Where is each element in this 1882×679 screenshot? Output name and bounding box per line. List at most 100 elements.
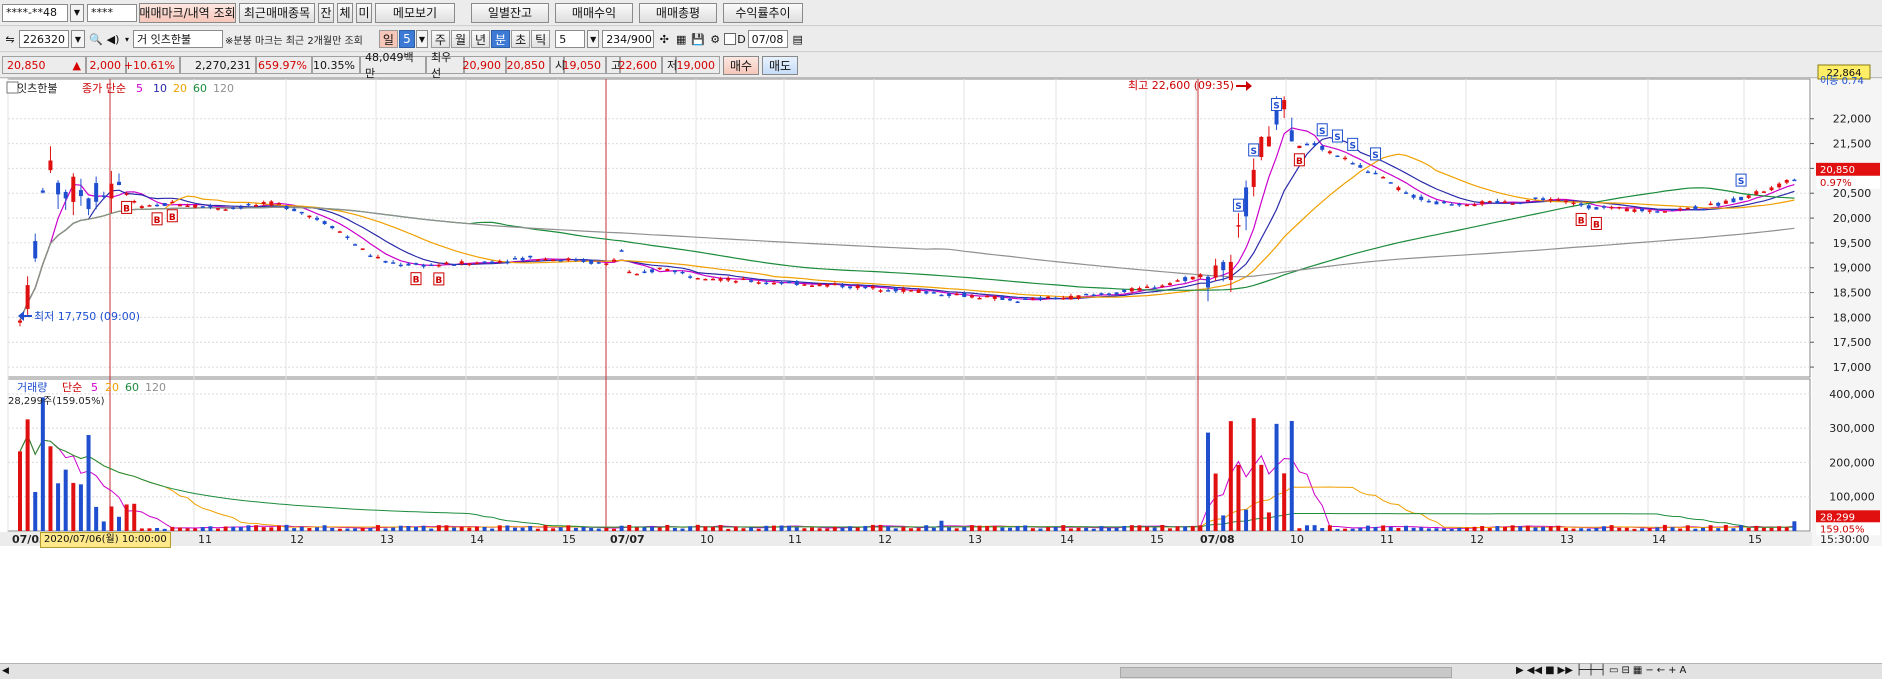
period-day[interactable]: 일 <box>378 30 398 48</box>
zoom-in-icon[interactable]: + <box>1668 664 1676 678</box>
interval-value-dropdown[interactable]: ▼ <box>587 30 600 48</box>
candle-body <box>1000 296 1005 301</box>
volume-bar <box>505 525 510 531</box>
interval-dropdown[interactable]: ▼ <box>415 30 428 48</box>
rewind-icon[interactable]: ◀◀ <box>1527 664 1542 678</box>
daily-balance-button[interactable]: 일별잔고 <box>471 2 549 23</box>
forward-icon[interactable]: ▶▶ <box>1558 664 1573 678</box>
buy-mark-icon[interactable]: B <box>433 272 445 286</box>
time-tick-label: 15 <box>562 533 576 546</box>
date-field[interactable]: 07/08 <box>747 30 788 48</box>
interval-field[interactable]: 5 <box>555 30 586 48</box>
password-field[interactable]: **** <box>87 3 137 22</box>
layout-icon[interactable]: ▭ <box>1609 664 1618 678</box>
sell-button[interactable]: 매도 <box>762 55 798 75</box>
volume-bar <box>1594 527 1599 531</box>
trade-summary-button[interactable]: 매매총평 <box>639 2 717 23</box>
account-dropdown[interactable]: ▼ <box>70 3 84 22</box>
scroll-thumb[interactable] <box>1120 667 1452 678</box>
scroll-right-icon[interactable]: ▶ <box>1516 664 1524 678</box>
candle-body <box>528 255 533 258</box>
volume-bar <box>1464 527 1469 531</box>
sell-mark-icon[interactable]: S <box>1316 123 1328 137</box>
volume-bar <box>1541 526 1546 531</box>
price-volume-chart[interactable]: BBBBBSSSBSSSSBBS 22,00021,50021,00020,50… <box>0 64 1882 664</box>
candle-body <box>459 261 464 265</box>
buy-mark-icon[interactable]: B <box>1575 212 1587 226</box>
period-tick[interactable]: 틱 <box>531 30 551 48</box>
svg-text:S: S <box>1319 127 1325 137</box>
pin-icon[interactable]: ⇋ <box>2 30 18 48</box>
gear-icon[interactable]: ⚙ <box>707 30 723 48</box>
sell-mark-icon[interactable]: S <box>1232 198 1244 212</box>
period-interval[interactable]: 5 <box>398 30 415 48</box>
volume-bar <box>1274 423 1279 531</box>
memo-button[interactable]: 메모보기 <box>375 2 455 23</box>
trade-profit-button[interactable]: 매매수익 <box>555 2 633 23</box>
chart-area[interactable]: BBBBBSSSBSSSSBBS 22,00021,50021,00020,50… <box>0 64 1882 664</box>
trade-mark-button[interactable]: 매매마크/내역 조회 <box>139 2 236 23</box>
sell-mark-icon[interactable]: S <box>1331 129 1343 143</box>
sell-mark-icon[interactable]: S <box>1271 98 1283 112</box>
sell-mark-icon[interactable]: S <box>1735 173 1747 187</box>
checkbox[interactable] <box>724 30 737 48</box>
period-minute[interactable]: 분 <box>491 30 511 48</box>
candle-body <box>429 264 434 267</box>
calendar-icon[interactable]: ▤ <box>790 30 806 48</box>
volume-bar <box>238 526 243 531</box>
split-icon[interactable]: ⊟ <box>1622 664 1630 678</box>
chart-scrollbar[interactable]: ◀ ▶ ◀◀ ■ ▶▶ ├─┼─┤ ▭ ⊟ ▦ − ← + A <box>0 663 1882 679</box>
count-field[interactable]: 234/900 <box>602 30 655 48</box>
period-week[interactable]: 주 <box>430 30 450 48</box>
buy-mark-icon[interactable]: B <box>166 209 178 223</box>
recent-trades-button[interactable]: 최근매매종목 <box>239 2 315 23</box>
zoom-reset-icon[interactable]: ← <box>1657 664 1665 678</box>
buy-mark-icon[interactable]: B <box>1293 153 1305 167</box>
candle-body <box>969 295 974 298</box>
buy-mark-icon[interactable]: B <box>410 272 422 286</box>
stock-code-field[interactable]: 226320 <box>19 30 69 48</box>
balance-button[interactable]: 잔 <box>318 2 334 23</box>
account-field[interactable]: ****-**48 <box>2 3 68 22</box>
best-label: 최우선 <box>426 51 464 80</box>
stock-name-field[interactable]: 거 잇츠한불 <box>133 30 223 48</box>
candle-body <box>109 183 114 199</box>
cross-cursor-icon[interactable]: ✣ <box>656 30 672 48</box>
grid-icon[interactable]: ▦ <box>1633 664 1642 678</box>
volume-bar <box>1442 528 1447 531</box>
candle-body <box>1548 198 1553 201</box>
buy-mark-icon[interactable]: B <box>121 200 133 214</box>
period-month[interactable]: 월 <box>450 30 470 48</box>
time-tick-label: 11 <box>1380 533 1394 546</box>
sell-mark-icon[interactable]: S <box>1248 143 1260 157</box>
buy-mark-icon[interactable]: B <box>151 212 163 226</box>
buy-button[interactable]: 매수 <box>723 55 759 75</box>
candle-body <box>627 271 632 274</box>
volume-bar <box>1487 528 1492 531</box>
return-trend-button[interactable]: 수익률추이 <box>723 2 803 23</box>
candle-body <box>1503 201 1507 203</box>
chart-settings-icon[interactable]: ▦ <box>673 30 689 48</box>
zoom-out-icon[interactable]: − <box>1645 664 1653 678</box>
volume-bar <box>939 520 944 531</box>
buy-mark-icon[interactable]: B <box>1590 216 1602 230</box>
filled-button[interactable]: 체 <box>337 2 353 23</box>
stop-icon[interactable]: ■ <box>1545 664 1554 678</box>
speaker-dropdown-icon[interactable]: ▾ <box>122 30 132 48</box>
period-second[interactable]: 초 <box>511 30 531 48</box>
unfilled-button[interactable]: 미 <box>356 2 372 23</box>
search-icon[interactable]: 🔍 <box>88 30 104 48</box>
candle-body <box>1297 145 1302 149</box>
candle-body <box>94 183 99 202</box>
sell-mark-icon[interactable]: S <box>1370 147 1382 161</box>
period-year[interactable]: 년 <box>471 30 491 48</box>
save-icon[interactable]: 💾 <box>690 30 706 48</box>
code-dropdown[interactable]: ▼ <box>71 30 85 48</box>
sell-mark-icon[interactable]: S <box>1347 137 1359 151</box>
change-value: 2,000 <box>86 56 126 74</box>
volume-bar <box>132 503 137 531</box>
zoom-slider-icon[interactable]: ├─┼─┤ <box>1576 664 1606 678</box>
font-icon[interactable]: A <box>1680 664 1687 678</box>
speaker-icon[interactable]: ◀) <box>105 30 121 48</box>
scroll-left-icon[interactable]: ◀ <box>2 666 9 676</box>
